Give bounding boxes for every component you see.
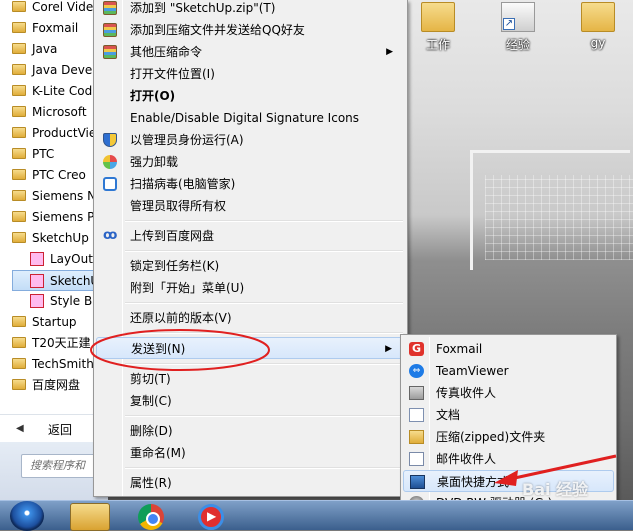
folder-icon	[12, 22, 26, 33]
folder-icon	[12, 85, 26, 96]
menu-item-take-ownership[interactable]: 管理员取得所有权	[96, 195, 405, 217]
menu-item-upload-baidu[interactable]: ꝏ 上传到百度网盘	[96, 225, 405, 247]
taskbar-explorer-icon[interactable]	[70, 503, 110, 531]
wallpaper-goal-net	[485, 175, 633, 260]
start-button[interactable]	[10, 501, 44, 531]
menu-item-delete[interactable]: 删除(D)	[96, 420, 405, 442]
send-to-foxmail[interactable]: G Foxmail	[403, 338, 614, 360]
menu-separator	[125, 250, 403, 252]
teamviewer-icon: ⇔	[409, 364, 424, 378]
baidu-cloud-icon: ꝏ	[103, 228, 118, 243]
menu-item-signature-icons[interactable]: Enable/Disable Digital Signature Icons	[96, 107, 405, 129]
folder-icon	[12, 211, 26, 222]
folder-icon	[12, 190, 26, 201]
shortcut-icon: ↗	[501, 2, 535, 32]
folder-icon	[12, 148, 26, 159]
menu-item-force-uninstall[interactable]: 强力卸载	[96, 151, 405, 173]
menu-item-open[interactable]: 打开(O)	[96, 85, 405, 107]
submenu-arrow-icon: ▶	[386, 47, 393, 57]
desktop-icon-gy[interactable]: gy	[568, 0, 628, 52]
folder-icon	[12, 106, 26, 117]
annotation-ellipse	[90, 329, 270, 371]
send-to-documents[interactable]: 文档	[403, 404, 614, 426]
menu-separator	[125, 302, 403, 304]
archive-icon	[103, 45, 117, 59]
back-arrow-icon: ◀	[16, 423, 24, 434]
uac-shield-icon	[103, 133, 117, 147]
taskbar-chrome-icon[interactable]	[130, 503, 170, 531]
folder-icon	[12, 127, 26, 138]
menu-item-scan-virus[interactable]: 扫描病毒(电脑管家)	[96, 173, 405, 195]
menu-item-other-compress[interactable]: 其他压缩命令 ▶	[96, 41, 405, 63]
folder-icon	[12, 358, 26, 369]
sketchup-app-icon	[30, 274, 44, 288]
uninstall-icon	[103, 155, 117, 169]
folder-icon	[421, 2, 455, 32]
folder-icon	[12, 43, 26, 54]
menu-separator	[125, 415, 403, 417]
folder-icon	[12, 232, 26, 243]
folder-icon	[12, 169, 26, 180]
archive-icon	[103, 23, 117, 37]
menu-item-run-as-admin[interactable]: 以管理员身份运行(A)	[96, 129, 405, 151]
foxmail-icon: G	[409, 342, 424, 356]
folder-icon	[12, 316, 26, 327]
desktop-icon-work[interactable]: 工作	[408, 0, 468, 52]
media-player-icon	[198, 504, 224, 530]
mail-icon	[409, 452, 424, 466]
submenu-arrow-icon: ▶	[385, 344, 392, 354]
watermark: Bai 经验	[522, 480, 589, 499]
archive-icon	[103, 1, 117, 15]
pc-manager-icon	[103, 177, 117, 191]
desktop-icon	[410, 475, 425, 489]
zip-folder-icon	[409, 430, 424, 444]
menu-separator	[125, 467, 403, 469]
menu-separator	[125, 220, 403, 222]
folder-icon	[581, 2, 615, 32]
send-to-fax[interactable]: 传真收件人	[403, 382, 614, 404]
menu-item-zip-send-qq[interactable]: 添加到压缩文件并发送给QQ好友	[96, 19, 405, 41]
folder-icon	[12, 64, 26, 75]
context-menu: 添加到 "SketchUp.zip"(T) 添加到压缩文件并发送给QQ好友 其他…	[93, 0, 408, 497]
chrome-icon	[138, 504, 164, 530]
menu-item-add-to-zip[interactable]: 添加到 "SketchUp.zip"(T)	[96, 0, 405, 19]
fax-icon	[409, 386, 424, 400]
menu-item-pin-taskbar[interactable]: 锁定到任务栏(K)	[96, 255, 405, 277]
style-builder-app-icon	[30, 294, 44, 308]
layout-app-icon	[30, 252, 44, 266]
desktop-icon-label: 经验	[505, 38, 530, 52]
send-to-zip-folder[interactable]: 压缩(zipped)文件夹	[403, 426, 614, 448]
menu-item-restore-versions[interactable]: 还原以前的版本(V)	[96, 307, 405, 329]
start-menu-program-list: Corel Vide Foxmail Java Java Devel K-Lit…	[0, 0, 108, 500]
taskbar-media-player-icon[interactable]	[190, 503, 230, 531]
folder-icon	[12, 1, 26, 12]
folder-icon	[12, 337, 26, 348]
menu-item-rename[interactable]: 重命名(M)	[96, 442, 405, 464]
shortcut-arrow-icon: ↗	[503, 18, 515, 30]
back-button[interactable]: ◀ 返回	[0, 414, 108, 442]
document-icon	[409, 408, 424, 422]
send-to-teamviewer[interactable]: ⇔ TeamViewer	[403, 360, 614, 382]
menu-item-copy[interactable]: 复制(C)	[96, 390, 405, 412]
taskbar	[0, 500, 633, 531]
menu-item-pin-start[interactable]: 附到「开始」菜单(U)	[96, 277, 405, 299]
desktop-icon-label: 工作	[425, 38, 450, 52]
folder-icon	[12, 379, 26, 390]
desktop-icon-label: gy	[590, 36, 606, 50]
desktop-icon-experience[interactable]: ↗ 经验	[488, 0, 548, 52]
menu-item-properties[interactable]: 属性(R)	[96, 472, 405, 494]
menu-item-open-location[interactable]: 打开文件位置(I)	[96, 63, 405, 85]
